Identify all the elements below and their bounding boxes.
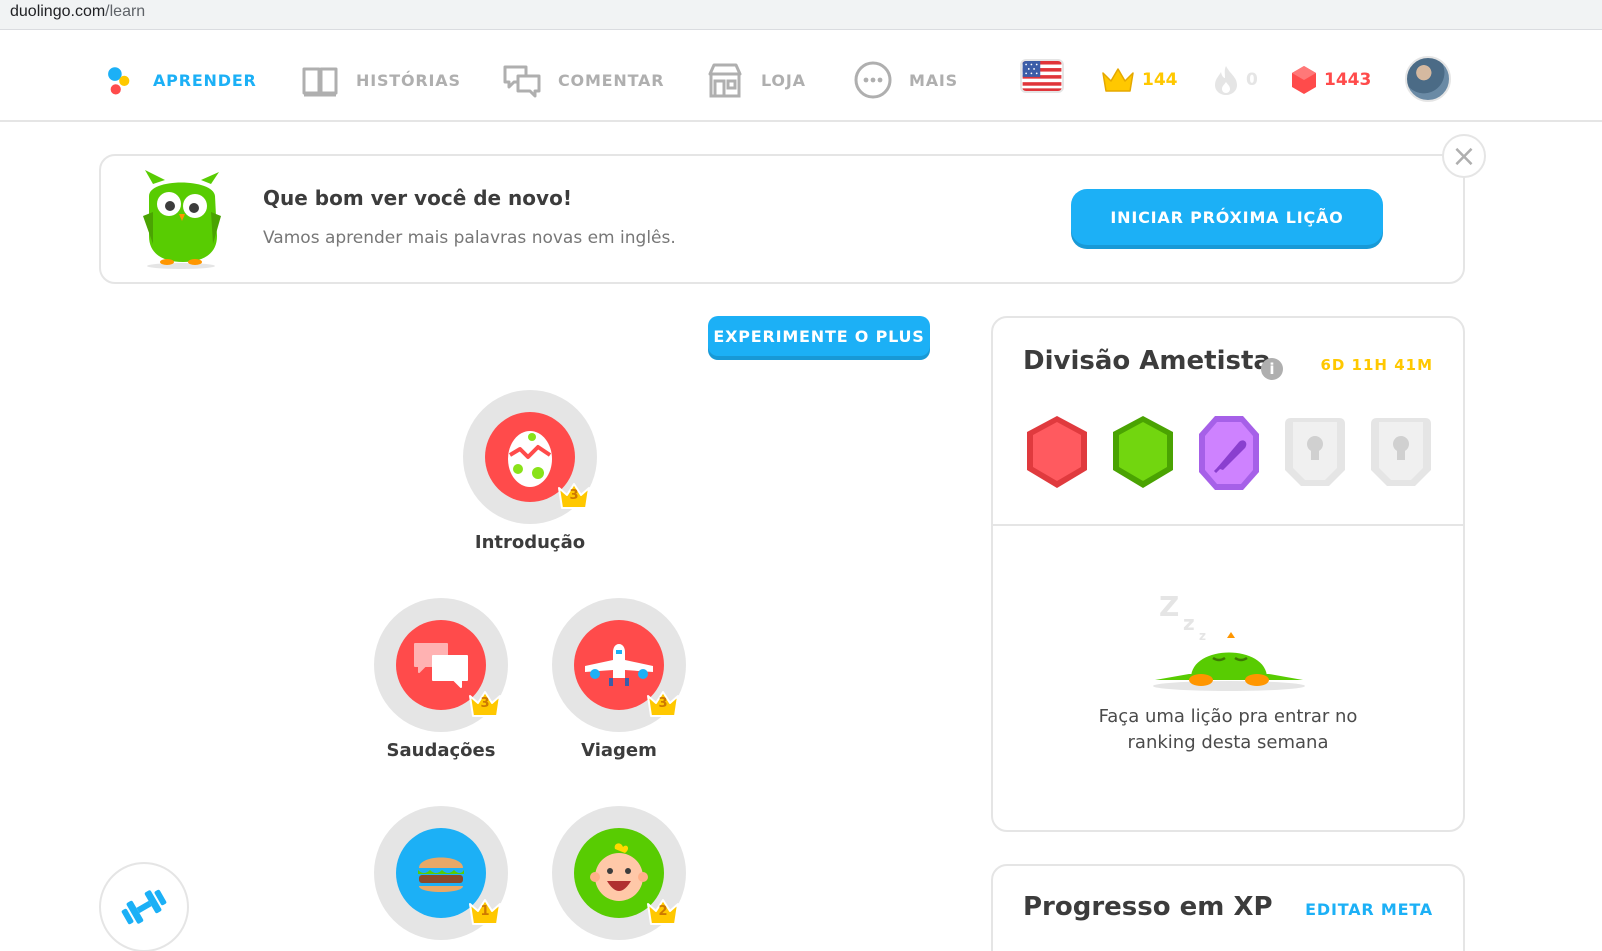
nav-loja[interactable]: LOJA [705, 60, 806, 100]
burger-icon [418, 857, 464, 892]
nav-label: LOJA [761, 70, 806, 90]
speech-bubbles-icon [414, 643, 468, 688]
crown-level: 3 [658, 696, 668, 711]
practice-button[interactable] [99, 862, 189, 951]
welcome-subtitle: Vamos aprender mais palavras novas em in… [263, 228, 676, 248]
welcome-back-card: Que bom ver você de novo! Vamos aprender… [99, 154, 1465, 284]
league-title: Divisão Ametista [1023, 346, 1271, 376]
crown-level-badge: 3 [557, 482, 591, 510]
crown-level: 3 [569, 488, 579, 503]
chat-bubbles-icon [503, 65, 541, 98]
skill-progress-ring: 3 [374, 598, 508, 732]
browser-url-bar[interactable]: duolingo.com/learn [0, 0, 1602, 30]
dumbbell-icon [121, 889, 167, 925]
league-badges [1023, 414, 1437, 494]
skill-name: Saudações [386, 740, 496, 761]
skill-progress-ring: 3 [463, 390, 597, 524]
skill-viagem[interactable]: 3 Viagem [552, 598, 686, 761]
skill-name: Introdução [474, 532, 586, 553]
gems-count: 1443 [1324, 70, 1372, 90]
skill-name: Viagem [581, 740, 657, 761]
course-flag-us[interactable] [1020, 59, 1064, 93]
league-card: Divisão Ametista i 6D 11H 41M Z z z Faça… [991, 316, 1465, 832]
crown-level-badge: 3 [468, 690, 502, 718]
svg-text:Z: Z [1159, 590, 1179, 623]
crown-level-badge: 3 [646, 690, 680, 718]
locked-badge-icon [1371, 418, 1431, 486]
duo-owl-icon [143, 170, 221, 269]
skill-progress-ring: 1 [374, 806, 508, 940]
skill-saudacoes[interactable]: 3 Saudações [374, 598, 508, 761]
league-message: Faça uma lição pra entrar no ranking des… [1033, 704, 1423, 756]
xp-title: Progresso em XP [1023, 892, 1273, 922]
crowns-count: 144 [1142, 70, 1178, 90]
learn-dots-icon [108, 67, 130, 95]
crown-level: 1 [480, 904, 490, 919]
more-dots-icon [854, 61, 892, 99]
svg-text:z: z [1183, 611, 1195, 635]
close-icon: × [1451, 138, 1477, 174]
league-message-line1: Faça uma lição pra entrar no [1098, 706, 1358, 727]
flame-icon [1215, 66, 1237, 95]
url-text[interactable]: duolingo.com/learn [10, 3, 145, 21]
info-icon[interactable]: i [1261, 358, 1283, 380]
book-icon [302, 67, 338, 97]
crown-level-badge: 1 [468, 898, 502, 926]
nav-label: HISTÓRIAS [356, 70, 461, 90]
nav-mais[interactable]: MAIS [853, 60, 958, 100]
skill-progress-ring: 2 [552, 806, 686, 940]
try-plus-button[interactable]: EXPERIMENTE O PLUS [708, 316, 930, 356]
sleeping-duo-icon: Z z z [1153, 590, 1305, 691]
egg-icon [508, 431, 552, 487]
skill-food[interactable]: 1 [374, 806, 508, 940]
emerald-badge-icon [1113, 416, 1173, 488]
nav-label: MAIS [909, 70, 958, 90]
crowns-counter[interactable]: 144 [1100, 62, 1178, 98]
league-timer: 6D 11H 41M [1320, 356, 1433, 374]
crown-level-badge: 2 [646, 898, 680, 926]
top-navigation: APRENDER HISTÓRIAS COMENTAR LOJA MAIS 14… [0, 34, 1602, 122]
svg-text:z: z [1199, 629, 1206, 643]
locked-badge-icon [1285, 418, 1345, 486]
shop-icon [708, 63, 742, 98]
airplane-icon [585, 644, 653, 686]
welcome-title: Que bom ver você de novo! [263, 186, 572, 210]
gem-icon [1292, 66, 1316, 94]
crown-level: 3 [480, 696, 490, 711]
gems-counter[interactable]: 1443 [1290, 62, 1371, 98]
nav-label: COMENTAR [558, 70, 665, 90]
nav-historias[interactable]: HISTÓRIAS [300, 60, 461, 100]
streak-count: 0 [1246, 70, 1258, 90]
crown-icon [1102, 68, 1134, 92]
avatar[interactable] [1405, 56, 1451, 102]
nav-label: APRENDER [153, 70, 257, 90]
streak-counter[interactable]: 0 [1212, 62, 1258, 98]
skill-introducao[interactable]: 3 Introdução [463, 390, 597, 553]
baby-face-icon [590, 843, 648, 901]
amethyst-badge-icon [1199, 416, 1259, 490]
start-next-lesson-button[interactable]: INICIAR PRÓXIMA LIÇÃO [1071, 189, 1383, 245]
nav-comentar[interactable]: COMENTAR [502, 60, 664, 100]
nav-aprender[interactable]: APRENDER [103, 60, 257, 100]
league-divider [993, 524, 1463, 526]
skill-progress-ring: 3 [552, 598, 686, 732]
ruby-badge-icon [1027, 416, 1087, 488]
us-flag-icon [1022, 61, 1062, 91]
xp-progress-card: Progresso em XP EDITAR META [991, 864, 1465, 951]
skill-family[interactable]: 2 [552, 806, 686, 940]
edit-goal-link[interactable]: EDITAR META [1305, 900, 1433, 919]
close-welcome-button[interactable]: × [1442, 134, 1486, 178]
league-message-line2: ranking desta semana [1127, 732, 1329, 753]
crown-level: 2 [658, 904, 668, 919]
